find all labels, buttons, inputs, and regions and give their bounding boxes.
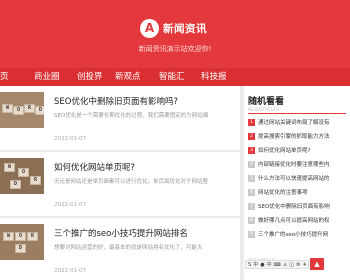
article-item[interactable]: W O R D 如何优化网站单页呢? 无论是网站还是单页面都可以进行优化。单页面…: [0, 152, 240, 216]
sidebar-list-item[interactable]: 7 SEO优化中删除旧页面有影响: [248, 201, 350, 211]
word-tile: R: [27, 232, 38, 241]
nav-item-home[interactable]: 页: [0, 68, 9, 86]
site-header: A 新闻资讯 新闻资讯演示站欢迎你!: [0, 0, 350, 68]
sidebar-link[interactable]: 做好哪几点可以提高网站的权: [258, 216, 350, 224]
word-tile: R: [30, 176, 41, 185]
article-thumbnail[interactable]: W O R D: [0, 92, 44, 128]
scroll-top-button[interactable]: ▲: [310, 258, 324, 270]
sidebar-list-item[interactable]: 5 什么方法可以快速提高网站的: [248, 173, 350, 183]
sidebar-link[interactable]: 如何优化网站单页呢?: [258, 146, 350, 154]
sidebar-random: 随机看看 NEWARTICLES 1 通过网站关键词布局了解没有 2 提高搜索引…: [244, 86, 350, 280]
input-method-toolbar[interactable]: S 中 ● 中 ⌨ ♙ ◫ ⚙ ✈: [245, 260, 309, 269]
word-tile: D: [15, 244, 26, 253]
article-list: W O R D SEO优化中删除旧页面有影响吗? SEO优化是一个需要长期优化的…: [0, 86, 240, 280]
article-excerpt: SEO优化是一个需要长期优化的过程，我们需要固定的为网站编: [54, 113, 209, 119]
article-title[interactable]: 三个推广的seo小技巧提升网站排名: [54, 227, 188, 239]
word-tile: W: [2, 104, 13, 113]
article-thumbnail[interactable]: W O R D: [0, 158, 44, 194]
word-tile: W: [4, 163, 15, 172]
article-excerpt: 想要对网站运营的好，最基本的就是网站排名优化了，可能大: [54, 245, 203, 251]
article-title[interactable]: 如何优化网站单页呢?: [54, 161, 135, 173]
article-item[interactable]: W O R D SEO优化中删除旧页面有影响吗? SEO优化是一个需要长期优化的…: [0, 86, 240, 150]
rank-badge: 5: [248, 174, 255, 182]
site-logo-icon: A: [140, 18, 159, 38]
rank-badge: 4: [248, 160, 255, 168]
rank-badge: 3: [248, 146, 255, 154]
rank-badge: 1: [248, 118, 255, 126]
sidebar-divider: [248, 113, 346, 114]
site-brand[interactable]: A 新闻资讯: [140, 17, 207, 39]
site-name[interactable]: 新闻资讯: [163, 21, 207, 36]
sidebar-list-item[interactable]: 9 三个推广的seo小技巧提升网: [248, 229, 350, 239]
rank-badge: 7: [248, 202, 255, 210]
article-date: 2022-01-07: [54, 136, 86, 142]
sidebar-link[interactable]: 什么方法可以快速提高网站的: [258, 174, 350, 182]
nav-item-viewpoints[interactable]: 新观点: [115, 68, 141, 86]
sidebar-title: 随机看看: [248, 97, 285, 107]
sidebar-list-item[interactable]: 1 通过网站关键词布局了解没有: [248, 117, 350, 127]
site-tagline: 新闻资讯演示站欢迎你!: [138, 45, 212, 53]
article-thumbnail[interactable]: W O R D: [0, 224, 44, 260]
word-tile: W: [3, 232, 14, 241]
word-tile: R: [24, 104, 35, 113]
article-date: 2022-01-07: [54, 202, 86, 208]
article-title[interactable]: SEO优化中删除旧页面有影响吗?: [54, 95, 178, 107]
ime-logo-icon[interactable]: S: [248, 262, 251, 268]
article-date: 2022-01-07: [54, 268, 86, 274]
skin-icon[interactable]: ◫: [289, 262, 294, 268]
sidebar-list-item[interactable]: 6 网站优化的注意事项: [248, 187, 350, 197]
word-tile: O: [13, 106, 24, 115]
article-item[interactable]: W O R D 三个推广的seo小技巧提升网站排名 想要对网站运营的好，最基本的…: [0, 218, 240, 280]
main-nav: 页 商业圈 创投界 新观点 智能汇 科技报: [0, 68, 350, 86]
tools-icon[interactable]: ✈: [303, 262, 307, 268]
sidebar-subtitle: NEWARTICLES: [248, 107, 280, 112]
nav-item-smart[interactable]: 智能汇: [159, 68, 185, 86]
sidebar-link[interactable]: 通过网站关键词布局了解没有: [258, 118, 350, 126]
sidebar-link[interactable]: 内部链接优化时要注意哪些内: [258, 160, 350, 168]
sidebar-link[interactable]: 提高搜索引擎的抓取能力方法: [258, 132, 350, 140]
nav-item-venture[interactable]: 创投界: [77, 68, 103, 86]
settings-icon[interactable]: ⚙: [296, 262, 300, 268]
sidebar-link[interactable]: 网站优化的注意事项: [258, 188, 350, 196]
word-tile: D: [35, 106, 44, 115]
rank-badge: 6: [248, 188, 255, 196]
keyboard-icon[interactable]: ⌨: [274, 262, 281, 268]
ime-lang-toggle[interactable]: 中: [253, 261, 258, 268]
sidebar-link[interactable]: 三个推广的seo小技巧提升网: [258, 230, 350, 238]
user-icon[interactable]: ♙: [283, 262, 287, 268]
sidebar-list-item[interactable]: 4 内部链接优化时要注意哪些内: [248, 159, 350, 169]
sidebar-list-item[interactable]: 3 如何优化网站单页呢?: [248, 145, 350, 155]
word-tile: O: [15, 232, 26, 241]
sidebar-list-item[interactable]: 8 做好哪几点可以提高网站的权: [248, 215, 350, 225]
nav-item-tech[interactable]: 科技报: [201, 68, 227, 86]
sidebar-list-item[interactable]: 2 提高搜索引擎的抓取能力方法: [248, 131, 350, 141]
rank-badge: 8: [248, 216, 255, 224]
rank-badge: 2: [248, 132, 255, 140]
ime-width-toggle[interactable]: 中: [267, 261, 272, 268]
rank-badge: 9: [248, 230, 255, 238]
article-excerpt: 无论是网站还是单页面都可以进行优化。单页面优化对于网站整: [54, 179, 209, 185]
word-tile: O: [18, 168, 29, 177]
sidebar-link[interactable]: SEO优化中删除旧页面有影响: [258, 202, 350, 210]
ime-punct-icon[interactable]: ●: [260, 262, 264, 268]
nav-item-business[interactable]: 商业圈: [34, 68, 60, 86]
word-tile: D: [10, 180, 21, 189]
